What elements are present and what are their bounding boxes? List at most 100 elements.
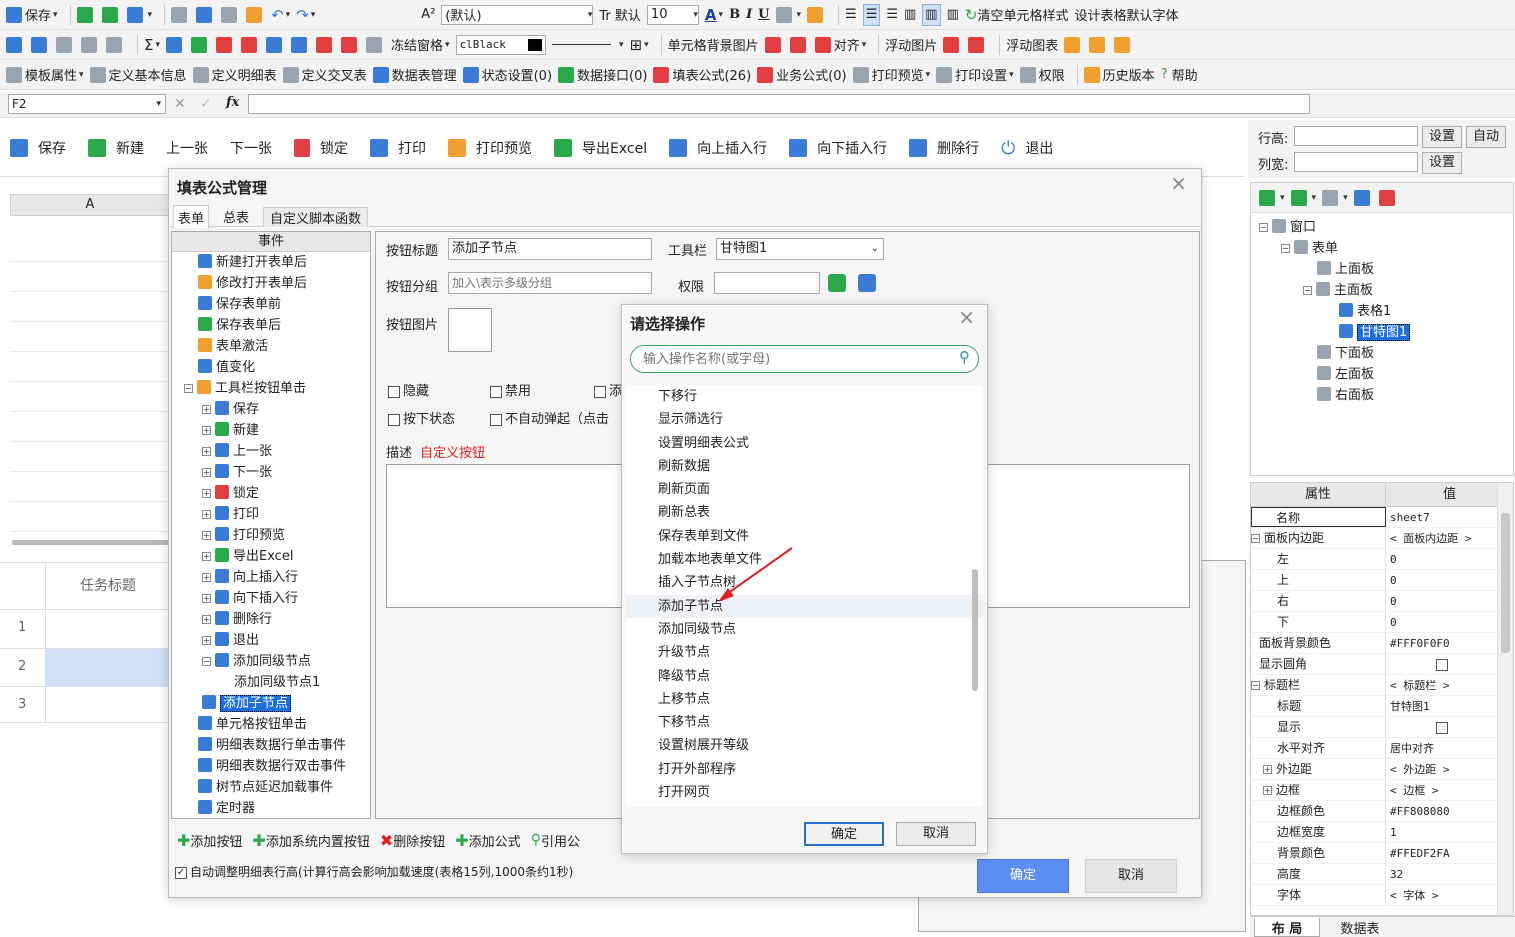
col-width-set-button[interactable]: 设置	[1422, 152, 1462, 174]
action-exit[interactable]: ⏻ 退出	[1001, 137, 1053, 159]
prop-value[interactable]: #FF808080	[1386, 801, 1513, 821]
default-font-button[interactable]: 设计表格默认字体	[1074, 4, 1178, 26]
tree-node-main-panel[interactable]: − 主面板	[1259, 280, 1509, 301]
expander-icon[interactable]: +	[202, 552, 211, 561]
save-tool[interactable]: 保存 ▾	[6, 4, 58, 26]
operation-item[interactable]: 保存表单到文件	[626, 525, 983, 548]
permission-tree-icon[interactable]	[858, 274, 876, 292]
size-select[interactable]: 10 ▾	[646, 4, 699, 25]
operation-item[interactable]: 添加子节点	[626, 594, 983, 618]
expander-icon[interactable]: +	[202, 405, 211, 414]
prop-value[interactable]: < 标题栏 >	[1386, 675, 1513, 695]
cross-table-button[interactable]: 定义交叉表	[282, 64, 367, 86]
layout-tool-4[interactable]	[1353, 187, 1373, 209]
clear-style-button[interactable]: ↻ 清空单元格样式	[965, 4, 1069, 26]
event-tree-item[interactable]: + 新建	[180, 420, 370, 441]
prop-value[interactable]: 居中对齐	[1386, 738, 1513, 758]
event-tree-item[interactable]: 明细表数据行双击事件	[180, 756, 370, 777]
italic-button[interactable]: I	[746, 4, 752, 26]
fill-formula-button[interactable]: 填表公式(26)	[653, 64, 751, 86]
auto-adjust-checkbox[interactable]: ✓ 自动调整明细表行高(计算行高会影响加载速度(表格15列,1000条约1秒)	[175, 863, 573, 880]
prop-row[interactable]: − 标题栏 < 标题栏 >	[1251, 675, 1513, 696]
help-button[interactable]: ? 帮助	[1161, 64, 1198, 86]
prop-row[interactable]: 左0	[1251, 549, 1513, 570]
prop-row[interactable]: 水平对齐 居中对齐	[1251, 738, 1513, 759]
basic-info-button[interactable]: 定义基本信息	[89, 64, 187, 86]
prop-row[interactable]: 背景颜色 #FFEDF2FA	[1251, 843, 1513, 864]
color-select[interactable]: clBlack	[455, 34, 546, 55]
tree-node-table1[interactable]: 表格1	[1259, 301, 1509, 322]
expander-icon[interactable]: −	[1251, 681, 1260, 690]
op-ok-button[interactable]: 确定	[804, 822, 884, 846]
sum-tool[interactable]: Σ ▾	[144, 34, 160, 56]
action-export-excel[interactable]: 导出Excel	[554, 137, 647, 159]
prop-value[interactable]: < 面板内边距 >	[1386, 528, 1513, 548]
tool-f[interactable]	[764, 34, 784, 56]
prop-value[interactable]: 1	[1386, 822, 1513, 842]
data-interface-button[interactable]: 数据接口(0)	[558, 64, 647, 86]
event-tree-item[interactable]: + 退出	[180, 630, 370, 651]
tool-c[interactable]	[316, 34, 335, 56]
permission-button[interactable]: 权限	[1019, 64, 1065, 86]
expander-icon[interactable]: −	[202, 657, 211, 666]
expander-icon[interactable]: +	[202, 468, 211, 477]
prop-value[interactable]: #FFEDF2FA	[1386, 843, 1513, 863]
prop-value[interactable]	[1386, 654, 1513, 674]
row-height-set-button[interactable]: 设置	[1422, 126, 1462, 148]
group-input[interactable]	[448, 272, 652, 294]
prop-row[interactable]: 显示	[1251, 717, 1513, 738]
expander-icon[interactable]: +	[202, 615, 211, 624]
operation-item[interactable]: 下移节点	[626, 711, 983, 734]
action-prev[interactable]: 上一张	[166, 137, 208, 159]
selected-cell[interactable]	[45, 649, 170, 687]
layout-tool-1[interactable]: ▾	[1259, 187, 1285, 209]
import-tool[interactable]: ▾	[126, 4, 152, 26]
valign-bottom-button[interactable]: ▥	[947, 4, 959, 26]
event-tree-item[interactable]: 单元格按钮单击	[180, 714, 370, 735]
delete-tool-1[interactable]	[216, 34, 235, 56]
operation-item[interactable]: 上移节点	[626, 688, 983, 711]
grid-tool-5[interactable]	[106, 34, 125, 56]
operation-item[interactable]: 下移行	[626, 385, 983, 408]
print-settings-menu[interactable]: 打印设置 ▾	[936, 64, 1014, 86]
tab-layout[interactable]: 布 局	[1254, 918, 1320, 937]
operation-item[interactable]: 添加同级节点	[626, 618, 983, 641]
column-header-a[interactable]: A	[10, 194, 170, 216]
operation-item[interactable]: 降级节点	[626, 665, 983, 688]
cut-tool[interactable]	[171, 4, 190, 26]
prop-scrollbar[interactable]	[1497, 483, 1513, 915]
col-width-input[interactable]	[1294, 152, 1418, 172]
prop-value[interactable]	[1386, 717, 1513, 737]
align-right-button[interactable]: ☰	[886, 4, 898, 26]
operation-item[interactable]: 刷新页面	[626, 478, 983, 501]
undo-tool[interactable]: ↶ ▾	[271, 4, 290, 26]
insert-tool-2[interactable]	[191, 34, 210, 56]
operation-item[interactable]: 刷新总表	[626, 501, 983, 524]
add-button-btn[interactable]: ✚ 添加按钮	[177, 829, 242, 851]
prop-value[interactable]: sheet7	[1386, 507, 1513, 527]
expander-icon[interactable]: +	[202, 510, 211, 519]
event-tree-item[interactable]: + 打印预览	[180, 525, 370, 546]
event-tree-item[interactable]: + 向上插入行	[180, 567, 370, 588]
expander-icon[interactable]: +	[202, 594, 211, 603]
format-painter-tool[interactable]	[246, 4, 265, 26]
expander-icon[interactable]: +	[1263, 765, 1272, 774]
operation-item[interactable]: 显示筛选行	[626, 408, 983, 431]
operation-item[interactable]: 设置明细表公式	[626, 432, 983, 455]
op-search-input[interactable]	[643, 349, 943, 369]
confirm-icon[interactable]: ✓	[200, 96, 212, 112]
prop-row[interactable]: 边框宽度 1	[1251, 822, 1513, 843]
op-cancel-button[interactable]: 取消	[896, 822, 976, 846]
event-tree-item[interactable]: + 保存	[180, 399, 370, 420]
event-tree-item[interactable]: + 上一张	[180, 441, 370, 462]
tree-node-top-panel[interactable]: 上面板	[1259, 259, 1509, 280]
expander-icon[interactable]: −	[1251, 534, 1260, 543]
reference-formula-btn[interactable]: ⚲ 引用公	[531, 829, 580, 851]
grid-tool-3[interactable]	[56, 34, 75, 56]
event-tree-item[interactable]: + 打印	[180, 504, 370, 525]
expander-icon[interactable]: +	[1263, 786, 1272, 795]
layout-tool-3[interactable]: ▾	[1322, 187, 1348, 209]
export-tool[interactable]	[76, 4, 96, 26]
search-icon[interactable]: ⚲	[959, 348, 970, 366]
operation-item[interactable]: 刷新数据	[626, 455, 983, 478]
